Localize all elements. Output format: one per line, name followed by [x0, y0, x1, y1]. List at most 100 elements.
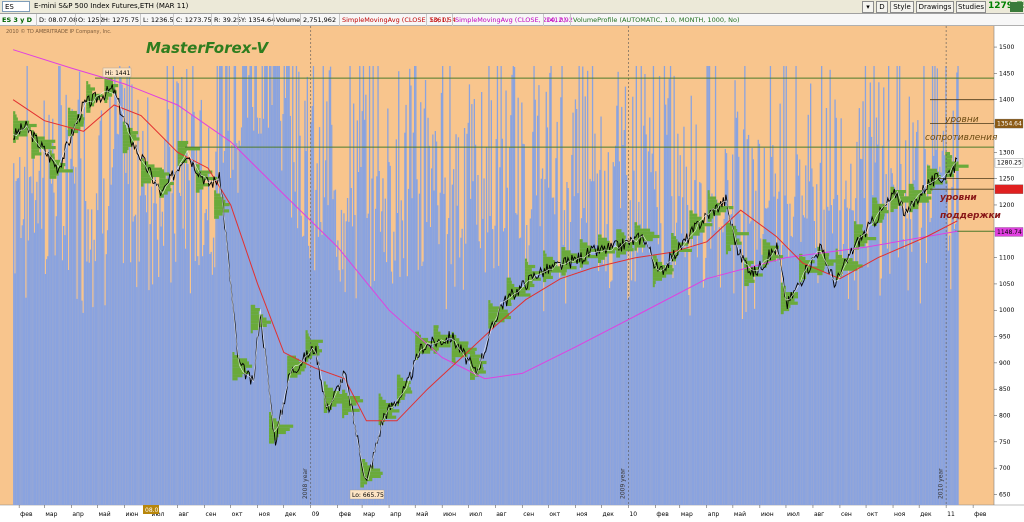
volume-bar: [696, 257, 698, 505]
profile-bar: [86, 109, 91, 113]
volume-bar: [747, 134, 750, 505]
volume-bar: [130, 262, 132, 505]
volume-bar: [771, 156, 773, 505]
volume-bar: [617, 71, 619, 506]
volume-bar: [934, 66, 936, 505]
symbol-input[interactable]: ES: [2, 1, 30, 12]
profile-bar: [689, 216, 702, 220]
volume-bar: [311, 106, 313, 505]
profile-bar: [744, 279, 755, 283]
volume-bar: [725, 153, 728, 505]
volume-bar: [265, 66, 267, 505]
volume-bar: [357, 172, 360, 505]
volume-bar: [637, 252, 639, 505]
profile-bar: [543, 278, 547, 283]
volume-bar: [332, 199, 334, 505]
volume-label[interactable]: Volume: [273, 14, 300, 26]
chevron-down-icon[interactable]: ▾: [862, 1, 874, 13]
profile-bar: [835, 264, 863, 268]
volume-bar: [578, 66, 580, 505]
volume-bar: [794, 196, 796, 505]
volume-bar: [450, 264, 452, 505]
volume-bar: [454, 286, 456, 505]
volume-bar: [920, 227, 923, 505]
volume-bar: [234, 66, 237, 505]
x-tick-label: фев: [20, 511, 33, 518]
volume-bar: [572, 112, 574, 505]
d-button[interactable]: D: [876, 1, 888, 13]
profile-bar: [817, 265, 825, 269]
volume-bar: [890, 168, 892, 505]
studies-button[interactable]: Studies: [956, 1, 986, 13]
volume-bar: [382, 178, 384, 506]
profile-bar: [725, 229, 738, 233]
volume-bar: [622, 145, 624, 505]
volume-bar: [411, 198, 413, 505]
volume-bar: [409, 68, 411, 506]
volume-bar: [77, 99, 79, 505]
x-tick-label: дек: [920, 511, 932, 518]
profile-bar: [488, 303, 493, 307]
drawings-button[interactable]: Drawings: [916, 1, 954, 13]
volume-bar: [662, 268, 664, 505]
volume-bar: [459, 257, 461, 505]
volume-bar: [243, 66, 245, 505]
volume-bar: [254, 66, 256, 505]
volume-bar: [199, 110, 201, 506]
volume-bar: [21, 225, 23, 506]
volume-bar: [753, 308, 756, 505]
volume-bar: [819, 162, 821, 506]
volume-bar: [763, 147, 765, 505]
volume-bar: [180, 196, 182, 505]
volume-bar: [53, 192, 55, 505]
profile-bar: [177, 140, 189, 145]
volume-bar: [356, 120, 358, 506]
volume-bar: [427, 117, 429, 506]
volume-bar: [144, 195, 146, 505]
volume-bar: [417, 269, 419, 505]
volume-bar: [100, 110, 103, 506]
style-button[interactable]: Style: [890, 1, 914, 13]
profile-bar: [122, 137, 140, 141]
profile-bar: [378, 393, 381, 397]
volume-bar: [568, 256, 570, 505]
volume-bar: [534, 99, 536, 505]
volume-bar: [551, 197, 553, 505]
volume-bar: [644, 74, 646, 505]
profile-bar: [762, 242, 771, 246]
price-chart[interactable]: 2008 year 2009 year 2010 year 650 700 750 800…: [0, 26, 1024, 522]
volume-bar: [473, 99, 475, 505]
volume-bar: [161, 211, 163, 505]
volume-bar: [22, 219, 25, 505]
profile-bar: [543, 260, 555, 264]
profile-bar: [177, 147, 201, 151]
profile-bar: [561, 266, 577, 270]
profile-bar: [433, 328, 439, 332]
volume-bar: [405, 104, 407, 506]
volume-bar: [879, 295, 881, 505]
volume-bar: [677, 133, 679, 505]
profile-bar: [908, 190, 923, 194]
volume-bar: [474, 144, 477, 505]
hi-label: Hi: 1441: [105, 70, 131, 77]
volume-bar: [571, 154, 573, 505]
volume-bar: [853, 280, 856, 505]
profile-bar: [872, 203, 885, 207]
volume-bar: [439, 192, 441, 505]
volume-bar: [440, 92, 443, 506]
volume-bar: [672, 278, 674, 505]
volume-bar: [204, 213, 206, 505]
volume-bar: [688, 295, 690, 505]
volume-bar: [292, 66, 294, 505]
chart-period[interactable]: ES 3 y D: [0, 14, 32, 26]
profile-bar: [195, 189, 200, 193]
volume-bar: [86, 261, 88, 505]
volume-bar: [379, 231, 382, 506]
volume-profile-label[interactable]: VolumeProfile (AUTOMATIC, 1.0, MONTH, 10…: [570, 14, 739, 26]
profile-bar: [725, 232, 749, 236]
volume-bar: [549, 72, 551, 506]
x-tick-label: апр: [708, 511, 720, 518]
volume-bar: [651, 153, 653, 505]
volume-bar: [916, 131, 918, 505]
volume-bar: [940, 172, 942, 505]
